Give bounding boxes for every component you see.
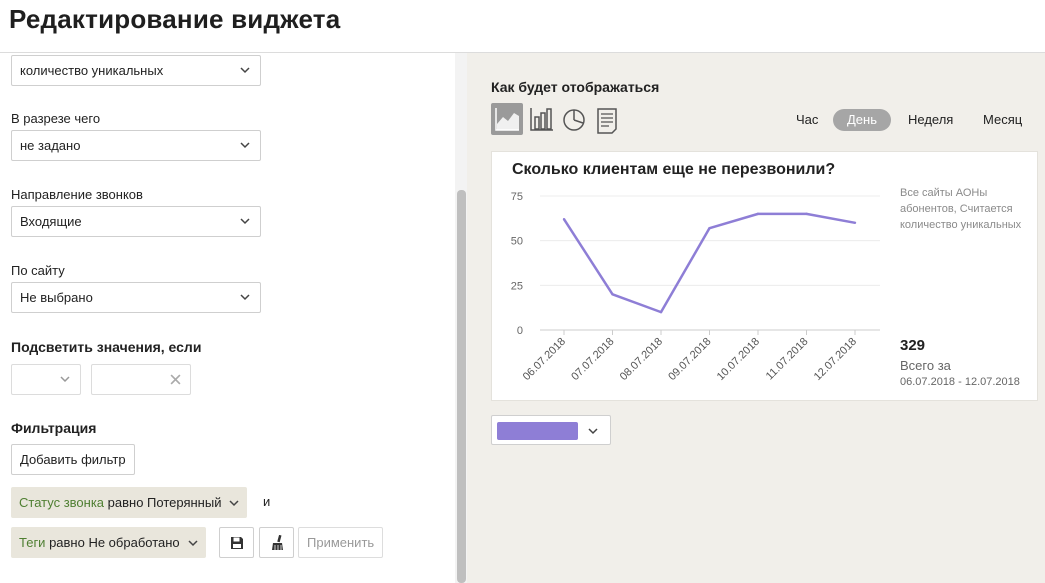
pie-chart-type-button[interactable] (558, 103, 590, 135)
direction-select[interactable]: Входящие (11, 206, 261, 237)
highlight-condition-select[interactable] (11, 364, 81, 395)
page-title: Редактирование виджета (9, 4, 341, 34)
filter-chip-status[interactable]: Статус звонка равно Потерянный (11, 487, 248, 518)
line-chart: 0 25 50 75 06.07.2018 07.07.2018 08.07.2018 09.… (511, 191, 880, 383)
breakdown-label: В разрезе чего (11, 111, 101, 126)
direction-label: Направление звонков (11, 187, 143, 202)
data-point (805, 212, 808, 216)
highlight-value-input[interactable] (91, 364, 191, 395)
x-tick-label: 10.07.2018 (715, 336, 762, 383)
breakdown-select[interactable]: не задано (11, 130, 261, 161)
data-point (611, 293, 614, 296)
total-range: 06.07.2018 - 12.07.2018 (900, 376, 1020, 388)
save-filter-button[interactable] (219, 527, 254, 558)
filter-chip-tags[interactable]: Теги равно Не обработано (11, 527, 206, 558)
total-value: 329 (900, 337, 926, 354)
chevron-down-icon (240, 142, 250, 149)
y-tick-label: 75 (511, 191, 523, 203)
site-select[interactable]: Не выбрано (11, 282, 261, 313)
chevron-down-icon (240, 294, 250, 301)
metric-select[interactable]: количество уникальных (11, 55, 261, 86)
broom-icon (272, 535, 283, 550)
filter-connector: и (263, 494, 271, 509)
page-header: Редактирование виджета (0, 0, 1045, 53)
data-point (853, 221, 857, 224)
pie-chart-icon (563, 109, 585, 131)
save-icon (231, 537, 243, 549)
total-label: Всего за (900, 358, 951, 373)
x-tick-label: 09.07.2018 (666, 336, 713, 383)
chart-note: Все сайты АОНы абонентов, Считается коли… (900, 187, 1022, 231)
direction-select-value: Входящие (20, 214, 82, 229)
period-hour[interactable]: Час (796, 109, 818, 131)
add-filter-button[interactable]: Добавить фильтр (11, 444, 135, 475)
chevron-down-icon (240, 67, 250, 74)
chevron-down-icon (60, 376, 70, 383)
period-day[interactable]: День (833, 109, 891, 131)
x-tick-label: 06.07.2018 (521, 336, 568, 383)
chevron-down-icon (188, 540, 198, 547)
period-month[interactable]: Месяц (983, 109, 1022, 131)
clear-filter-button[interactable] (259, 527, 294, 558)
preview-title: Как будет отображаться (491, 79, 660, 95)
bar-chart-type-button[interactable] (526, 103, 558, 135)
filter-chip-condition: равно Не обработано (45, 535, 180, 550)
site-label: По сайту (11, 263, 65, 278)
table-icon (597, 108, 617, 134)
data-point (659, 310, 663, 314)
scrollbar-thumb[interactable] (457, 190, 466, 583)
site-select-value: Не выбрано (20, 290, 93, 305)
chevron-down-icon (588, 428, 598, 435)
chevron-down-icon (229, 500, 239, 507)
y-tick-label: 25 (511, 280, 523, 292)
period-week[interactable]: Неделя (908, 109, 953, 131)
data-point (708, 226, 711, 230)
filter-chip-condition: равно Потерянный (104, 495, 222, 510)
highlight-label: Подсветить значения, если (11, 339, 202, 355)
series-color-select[interactable] (491, 415, 611, 445)
breakdown-select-value: не задано (20, 138, 81, 153)
y-tick-label: 50 (511, 236, 523, 248)
x-tick-label: 12.07.2018 (812, 336, 859, 383)
x-tick-label: 11.07.2018 (764, 336, 811, 383)
color-swatch (497, 422, 578, 440)
data-point (562, 218, 566, 221)
filter-chip-key: Статус звонка (19, 495, 105, 510)
apply-button[interactable]: Применить (298, 527, 384, 558)
data-point (756, 212, 760, 216)
line-chart-type-button[interactable] (491, 103, 523, 135)
x-tick-label: 08.07.2018 (618, 336, 665, 383)
bar-chart-icon (530, 108, 553, 131)
y-tick-label: 0 (517, 325, 523, 337)
x-tick-label: 07.07.2018 (569, 336, 616, 383)
filter-chip-key: Теги (19, 535, 46, 550)
chevron-down-icon (240, 218, 250, 225)
clear-icon[interactable] (170, 374, 181, 385)
line-chart-icon (495, 108, 519, 131)
filter-label: Фильтрация (11, 420, 97, 436)
table-type-button[interactable] (591, 103, 623, 135)
metric-select-value: количество уникальных (20, 63, 164, 78)
